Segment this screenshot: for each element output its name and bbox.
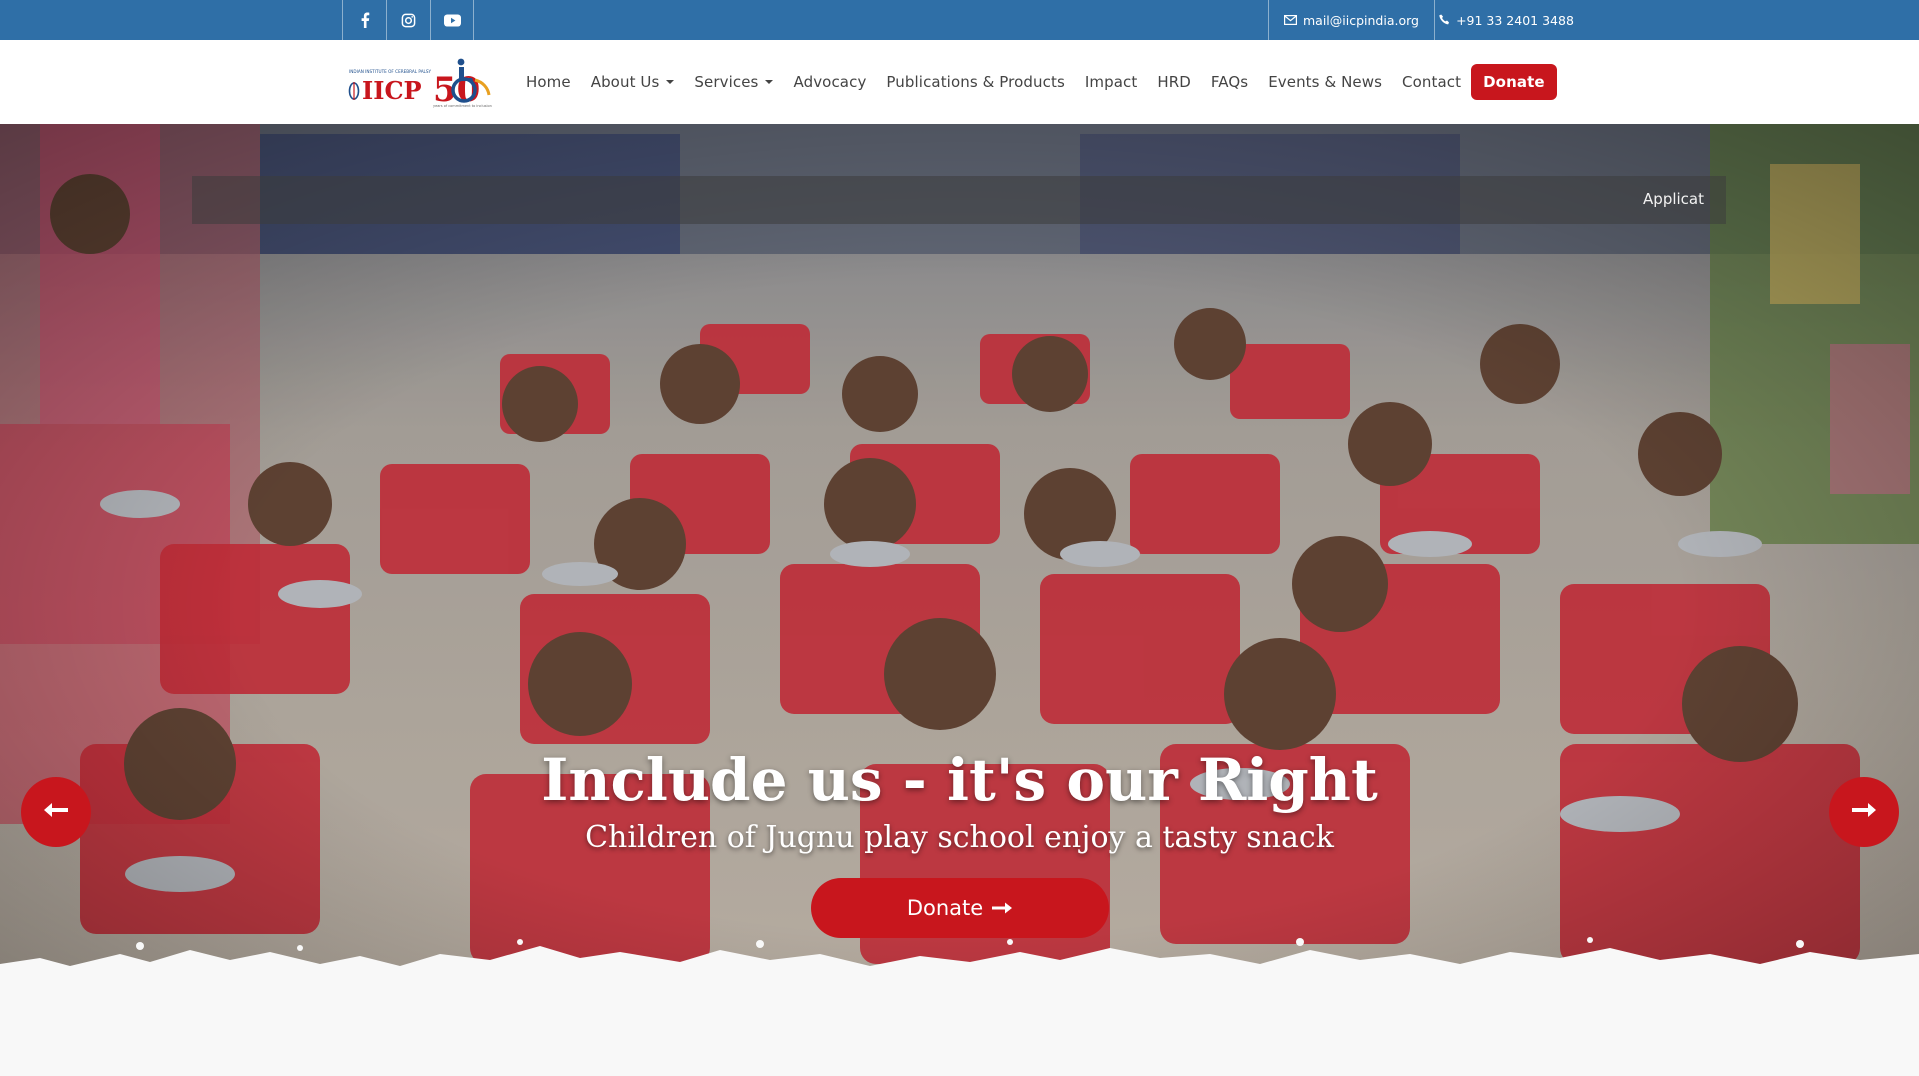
arrow-left-icon [43,802,69,822]
nav-donate-button[interactable]: Donate [1471,64,1557,100]
youtube-icon[interactable] [430,0,474,40]
instagram-icon[interactable] [386,0,430,40]
nav-about-label: About Us [590,73,660,91]
phone-link[interactable]: +91 33 2401 3488 [1434,0,1578,40]
svg-text:IICP: IICP [362,76,422,105]
slide-title: Include us - it's our Right [541,746,1378,814]
ticker-text: Applicat [1643,190,1704,208]
nav-events-news[interactable]: Events & News [1268,73,1382,91]
caret-down-icon [666,80,675,84]
social-links [342,0,474,40]
nav-services-label: Services [694,73,759,91]
top-bar: mail@iicpindia.org +91 33 2401 3488 [0,0,1919,40]
nav-publications[interactable]: Publications & Products [886,73,1064,91]
nav-advocacy[interactable]: Advocacy [793,73,866,91]
nav-impact[interactable]: Impact [1085,73,1137,91]
nav-about-us[interactable]: About Us [591,73,675,91]
email-text: mail@iicpindia.org [1303,12,1419,28]
nav-hrd[interactable]: HRD [1157,73,1191,91]
arrow-right-icon [1851,802,1877,822]
iicp-logo[interactable]: INDIAN INSTITUTE OF CEREBRAL PALSY IICP … [347,56,499,110]
main-navbar: INDIAN INSTITUTE OF CEREBRAL PALSY IICP … [0,40,1919,124]
arrow-right-icon [991,896,1013,920]
facebook-icon[interactable] [342,0,386,40]
nav-menu: Home About Us Services Advocacy Publicat… [526,40,1577,124]
svg-text:INDIAN INSTITUTE OF CEREBRAL P: INDIAN INSTITUTE OF CEREBRAL PALSY [349,69,432,74]
slider-prev-button[interactable] [21,777,91,847]
slide-subtitle: Children of Jugnu play school enjoy a ta… [585,820,1334,855]
phone-icon [1439,13,1450,28]
announcement-ticker[interactable]: Applicat [192,176,1726,224]
hero-donate-label: Donate [906,896,984,920]
svg-text:years of commitment to inclusi: years of commitment to inclusion [433,104,492,108]
hero-donate-button[interactable]: Donate [811,878,1109,938]
caret-down-icon [765,80,774,84]
hero-slider: Applicat Include us - it's our Right Chi… [0,124,1919,1000]
nav-services[interactable]: Services [694,73,774,91]
email-link[interactable]: mail@iicpindia.org [1268,0,1434,40]
nav-home[interactable]: Home [526,73,571,91]
phone-text: +91 33 2401 3488 [1456,12,1574,28]
hero-photo [0,124,1919,1000]
envelope-icon [1284,13,1298,28]
nav-contact[interactable]: Contact [1402,73,1461,91]
slider-next-button[interactable] [1829,777,1899,847]
nav-faqs[interactable]: FAQs [1211,73,1248,91]
brush-edge-divider [0,937,1919,1000]
